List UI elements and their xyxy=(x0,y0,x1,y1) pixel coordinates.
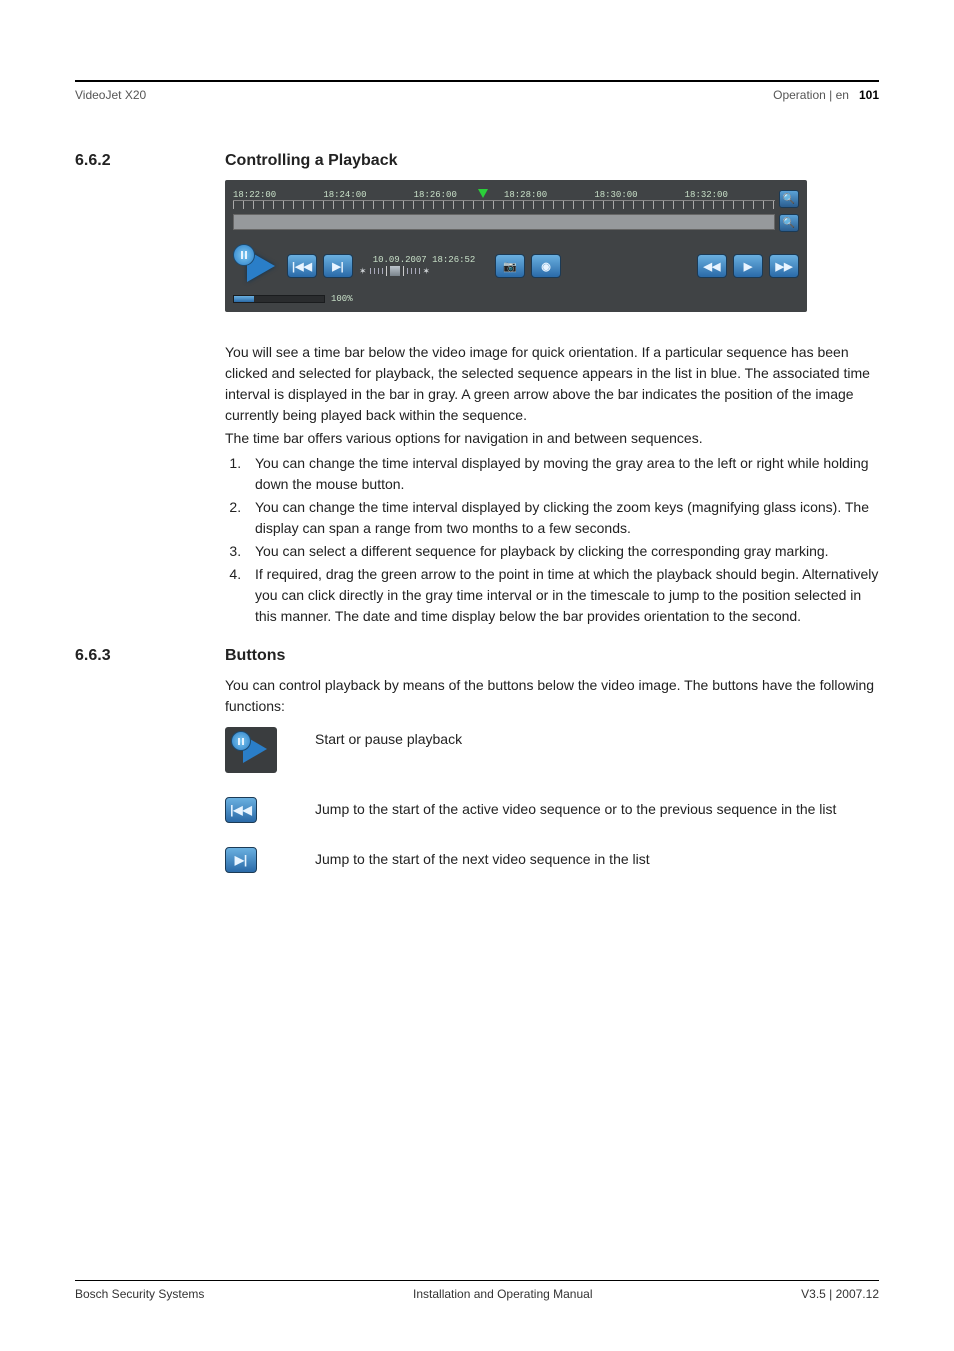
para-1: You will see a time bar below the video … xyxy=(225,342,879,426)
step-forward-button[interactable]: ▶▶ xyxy=(769,254,799,278)
playback-timebar-ui: 18:22:00 18:24:00 18:26:00 18:28:00 18:3… xyxy=(225,180,807,312)
playhead-arrow-icon[interactable] xyxy=(478,189,488,198)
steps-list: You can change the time interval display… xyxy=(225,453,879,627)
volume-slider[interactable] xyxy=(233,295,325,303)
footer-right: V3.5 | 2007.12 xyxy=(801,1287,879,1301)
section-title: Buttons xyxy=(225,647,285,665)
control-row: |◀◀ ▶| 10.09.2007 18:26:52 ✶ ✶ 📷 ◉ xyxy=(233,246,799,286)
datetime-readout: 10.09.2007 18:26:52 xyxy=(373,255,476,265)
prev-sequence-icon: |◀◀ xyxy=(225,797,257,823)
running-header: VideoJet X20 Operation | en 101 xyxy=(75,88,879,102)
button-table: Start or pause playback |◀◀ Jump to the … xyxy=(225,727,879,873)
step-item: You can select a different sequence for … xyxy=(245,541,879,562)
snapshot-button[interactable]: 📷 xyxy=(495,254,525,278)
section-662-heading: 6.6.2 Controlling a Playback xyxy=(75,152,879,170)
volume-label: 100% xyxy=(331,294,353,304)
sequence-interval-bar[interactable] xyxy=(233,214,775,230)
pause-icon xyxy=(233,244,255,266)
volume-row: 100% xyxy=(233,294,799,304)
header-left: VideoJet X20 xyxy=(75,88,146,102)
footer-left: Bosch Security Systems xyxy=(75,1287,204,1301)
zoom-out-button[interactable]: 🔍 xyxy=(779,214,799,232)
section-title: Controlling a Playback xyxy=(225,152,397,170)
button-row-next: ▶| Jump to the start of the next video s… xyxy=(225,847,879,873)
step-item: You can change the time interval display… xyxy=(245,453,879,495)
timeline[interactable]: 18:22:00 18:24:00 18:26:00 18:28:00 18:3… xyxy=(233,190,775,212)
section-663-body: You can control playback by means of the… xyxy=(225,675,879,873)
play-forward-button[interactable]: ▶ xyxy=(733,254,763,278)
timeline-ruler[interactable] xyxy=(233,200,775,209)
header-rule xyxy=(75,80,879,82)
section-662-body: 18:22:00 18:24:00 18:26:00 18:28:00 18:3… xyxy=(225,180,879,627)
header-right: Operation | en 101 xyxy=(773,88,879,102)
button-row-playpause: Start or pause playback xyxy=(225,727,879,773)
intro-text: You can control playback by means of the… xyxy=(225,675,879,717)
step-item: You can change the time interval display… xyxy=(245,497,879,539)
step-item: If required, drag the green arrow to the… xyxy=(245,564,879,627)
play-pause-button[interactable] xyxy=(233,246,281,286)
button-desc: Jump to the start of the next video sequ… xyxy=(315,847,650,870)
page-number: 101 xyxy=(859,88,879,102)
section-number: 6.6.3 xyxy=(75,647,225,665)
para-2: The time bar offers various options for … xyxy=(225,428,879,449)
section-663-heading: 6.6.3 Buttons xyxy=(75,647,879,665)
next-sequence-button[interactable]: ▶| xyxy=(323,254,353,278)
zoom-in-button[interactable]: 🔍 xyxy=(779,190,799,208)
button-desc: Jump to the start of the active video se… xyxy=(315,797,836,820)
step-back-button[interactable]: ◀◀ xyxy=(697,254,727,278)
speed-handle-icon[interactable] xyxy=(390,266,400,276)
button-row-prev: |◀◀ Jump to the start of the active vide… xyxy=(225,797,879,823)
prev-sequence-button[interactable]: |◀◀ xyxy=(287,254,317,278)
footer-center: Installation and Operating Manual xyxy=(413,1287,592,1301)
next-sequence-icon: ▶| xyxy=(225,847,257,873)
record-button[interactable]: ◉ xyxy=(531,254,561,278)
timeline-tick-labels: 18:22:00 18:24:00 18:26:00 18:28:00 18:3… xyxy=(233,190,775,200)
running-footer: Bosch Security Systems Installation and … xyxy=(75,1280,879,1301)
speed-slider[interactable]: ✶ ✶ xyxy=(359,265,489,277)
page: VideoJet X20 Operation | en 101 6.6.2 Co… xyxy=(0,0,954,1351)
section-number: 6.6.2 xyxy=(75,152,225,170)
button-desc: Start or pause playback xyxy=(315,727,462,750)
play-pause-icon xyxy=(225,727,277,773)
